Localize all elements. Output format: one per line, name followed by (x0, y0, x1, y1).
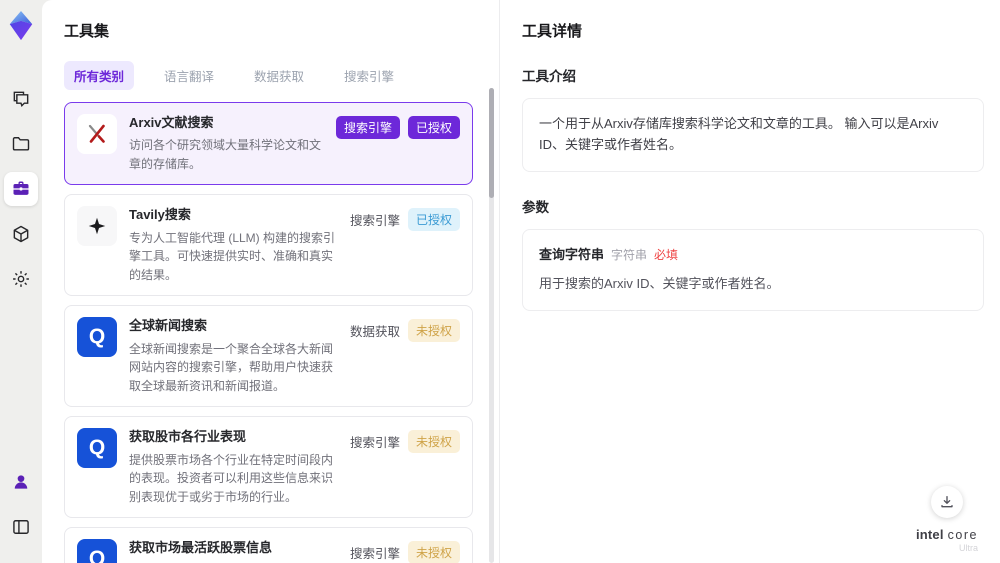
settings-gear-icon[interactable] (4, 262, 38, 296)
tools-list-pane: 工具集 所有类别 语言翻译 数据获取 搜索引擎 Arxiv文献搜索 访问各个研究… (42, 0, 500, 563)
tool-name: Tavily搜索 (129, 207, 191, 223)
left-rail (0, 0, 42, 563)
params-heading: 参数 (522, 199, 549, 215)
tool-card-arxiv[interactable]: Arxiv文献搜索 访问各个研究领域大量科学论文和文章的存储库。 搜索引擎 已授… (64, 102, 473, 186)
details-title: 工具详情 (522, 23, 583, 40)
tool-description: 专为人工智能代理 (LLM) 构建的搜索引擎工具。可快速提供实时、准确和真实的结… (129, 230, 336, 282)
intro-text-box: 一个用于从Arxiv存储库搜索科学论文和文章的工具。 输入可以是Arxiv ID… (522, 98, 984, 172)
cube-icon[interactable] (4, 217, 38, 251)
category-label: 搜索引擎 (349, 547, 400, 562)
param-description: 用于搜索的Arxiv ID、关键字或作者姓名。 (539, 276, 780, 292)
tool-card-most-active-stocks[interactable]: Q 获取市场最活跃股票信息 提供当天交易量最高的股票列表，投资者可以利用这些信息… (64, 527, 473, 563)
tool-description: 提供股票市场各个行业在特定时间段内的表现。投资者可以利用这些信息来识别表现优于或… (129, 452, 334, 504)
download-button[interactable] (930, 486, 963, 518)
category-label: 数据获取 (349, 325, 400, 340)
intel-core-logo: intel core (916, 527, 978, 542)
category-label: 搜索引擎 (349, 214, 400, 229)
tool-card-sector-performance[interactable]: Q 获取股市各行业表现 提供股票市场各个行业在特定时间段内的表现。投资者可以利用… (64, 416, 473, 519)
tool-name: Arxiv文献搜索 (129, 115, 214, 130)
tool-description: 全球新闻搜索是一个聚合全球各大新闻网站内容的搜索引擎，帮助用户快速获取全球最新资… (129, 341, 334, 393)
tool-details-pane: 工具详情 工具介绍 一个用于从Arxiv存储库搜索科学论文和文章的工具。 输入可… (500, 0, 1000, 563)
briefcase-icon[interactable] (4, 172, 38, 206)
param-type: 字符串 (611, 247, 648, 262)
tool-description: 访问各个研究领域大量科学论文和文章的存储库。 (129, 138, 322, 171)
tab-data-fetch[interactable]: 数据获取 (244, 61, 314, 90)
tool-card-list: Arxiv文献搜索 访问各个研究领域大量科学论文和文章的存储库。 搜索引擎 已授… (64, 102, 473, 563)
core-wordmark: core (947, 528, 978, 542)
status-badge-authorized: 已授权 (407, 116, 460, 139)
intel-sub-label: Ultra (958, 543, 978, 553)
param-name: 查询字符串 (539, 246, 605, 262)
tools-panel-title: 工具集 (64, 23, 110, 40)
tab-search-engine[interactable]: 搜索引擎 (334, 61, 404, 90)
collapse-panel-icon[interactable] (4, 510, 38, 544)
intro-heading: 工具介绍 (522, 69, 576, 84)
list-scrollbar[interactable] (489, 88, 494, 563)
tool-card-global-news[interactable]: Q 全球新闻搜索 全球新闻搜索是一个聚合全球各大新闻网站内容的搜索引擎，帮助用户… (64, 305, 473, 408)
chat-icon[interactable] (4, 82, 38, 116)
app-logo-icon (9, 11, 33, 41)
intel-wordmark: intel (915, 527, 944, 542)
status-badge-unauthorized: 未授权 (407, 541, 460, 563)
status-badge-authorized: 已授权 (407, 208, 460, 232)
status-badge-unauthorized: 未授权 (407, 430, 460, 454)
scrollbar-thumb[interactable] (489, 88, 494, 198)
param-required-flag: 必填 (654, 247, 679, 262)
app-window: 工具集 所有类别 语言翻译 数据获取 搜索引擎 Arxiv文献搜索 访问各个研究… (0, 0, 1000, 563)
parameter-box: 查询字符串 字符串 必填 用于搜索的Arxiv ID、关键字或作者姓名。 (522, 228, 984, 312)
status-badge-unauthorized: 未授权 (407, 319, 460, 343)
tab-all-categories[interactable]: 所有类别 (64, 61, 135, 90)
folder-icon[interactable] (4, 127, 38, 161)
tavily-star-icon (77, 206, 117, 247)
tab-language-translation[interactable]: 语言翻译 (154, 61, 224, 90)
news-q-logo-icon: Q (77, 539, 117, 563)
download-icon (941, 496, 953, 508)
category-badge: 搜索引擎 (335, 116, 400, 139)
user-avatar-icon[interactable] (4, 465, 38, 499)
arxiv-logo-icon (77, 114, 117, 154)
tool-name: 获取股市各行业表现 (129, 429, 247, 445)
bottom-right-widgets: intel core Ultra (916, 486, 978, 553)
news-q-logo-icon: Q (77, 428, 117, 469)
news-q-logo-icon: Q (77, 317, 117, 358)
category-tabs: 所有类别 语言翻译 数据获取 搜索引擎 (64, 61, 473, 90)
tool-card-tavily[interactable]: Tavily搜索 专为人工智能代理 (LLM) 构建的搜索引擎工具。可快速提供实… (64, 194, 473, 297)
tool-name: 获取市场最活跃股票信息 (129, 540, 273, 556)
tool-name: 全球新闻搜索 (129, 318, 208, 334)
main-surface: 工具集 所有类别 语言翻译 数据获取 搜索引擎 Arxiv文献搜索 访问各个研究… (42, 0, 1000, 563)
category-label: 搜索引擎 (349, 436, 400, 451)
